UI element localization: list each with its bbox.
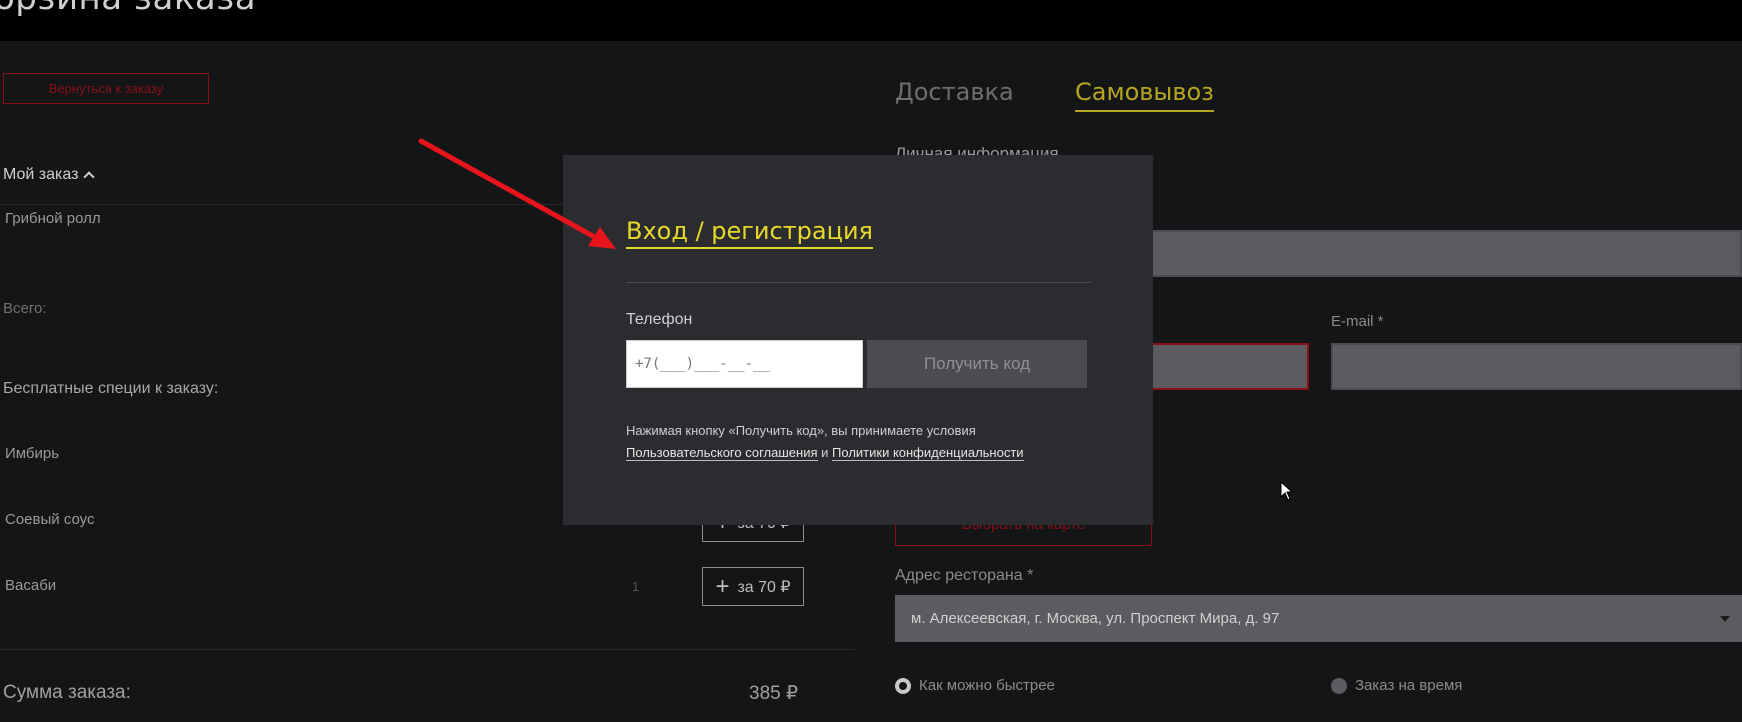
email-label: E-mail * — [1331, 313, 1384, 330]
radio-checked-icon — [895, 677, 911, 694]
my-order-heading: Мой заказ — [3, 166, 79, 183]
my-order-toggle[interactable]: Мой заказ — [3, 166, 96, 184]
user-agreement-link[interactable]: Пользовательского соглашения — [626, 445, 818, 461]
mouse-cursor-icon — [1280, 481, 1294, 501]
spice-qty-wasabi: 1 — [632, 579, 640, 594]
modal-title: Вход / регистрация — [626, 217, 873, 249]
order-sum-label: Сумма заказа: — [3, 682, 131, 703]
plus-icon: + — [715, 572, 730, 600]
restaurant-address-label: Адрес ресторана * — [895, 567, 1034, 584]
phone-field[interactable] — [1150, 343, 1309, 390]
add-button-label: за 70 ₽ — [737, 578, 791, 596]
spices-heading: Бесплатные специи к заказу: — [3, 380, 219, 397]
phone-label: Телефон — [626, 311, 693, 328]
top-header: орзина заказа — [0, 0, 1742, 41]
radio-asap-label: Как можно быстрее — [919, 677, 1055, 694]
add-wasabi-button[interactable]: + за 70 ₽ — [702, 567, 804, 606]
email-field[interactable] — [1331, 343, 1742, 390]
tab-pickup[interactable]: Самовывоз — [1075, 78, 1214, 112]
radio-scheduled[interactable]: Заказ на время — [1331, 677, 1462, 694]
tab-delivery[interactable]: Доставка — [895, 78, 1014, 106]
privacy-policy-link[interactable]: Политики конфиденциальности — [832, 445, 1024, 461]
name-field[interactable] — [1150, 230, 1742, 277]
radio-asap[interactable]: Как можно быстрее — [895, 677, 1055, 694]
total-label: Всего: — [3, 300, 47, 317]
order-item-name: Грибной ролл — [5, 210, 101, 227]
divider — [0, 649, 855, 650]
restaurant-address-select[interactable]: м. Алексеевская, г. Москва, ул. Проспект… — [895, 595, 1742, 642]
back-to-order-button[interactable]: Вернуться к заказу — [3, 73, 209, 104]
terms-and: и — [821, 445, 829, 460]
spice-name-wasabi: Васаби — [5, 577, 57, 594]
modal-divider — [626, 282, 1091, 283]
phone-input[interactable] — [626, 340, 863, 388]
spice-name-soy: Соевый соус — [5, 511, 95, 528]
radio-unchecked-icon — [1331, 677, 1347, 694]
caret-down-icon — [1720, 616, 1730, 622]
get-code-button[interactable]: Получить код — [867, 340, 1087, 388]
spice-name-ginger: Имбирь — [5, 445, 60, 462]
terms-text: Нажимая кнопку «Получить код», вы приним… — [626, 420, 1096, 464]
chevron-up-icon — [83, 171, 96, 183]
terms-intro: Нажимая кнопку «Получить код», вы приним… — [626, 423, 976, 438]
page-title: орзина заказа — [0, 0, 256, 18]
radio-scheduled-label: Заказ на время — [1355, 677, 1463, 694]
login-modal: Вход / регистрация Телефон Получить код … — [563, 155, 1153, 525]
restaurant-address-value: м. Алексеевская, г. Москва, ул. Проспект… — [911, 610, 1280, 627]
order-sum-value: 385 ₽ — [749, 683, 799, 704]
